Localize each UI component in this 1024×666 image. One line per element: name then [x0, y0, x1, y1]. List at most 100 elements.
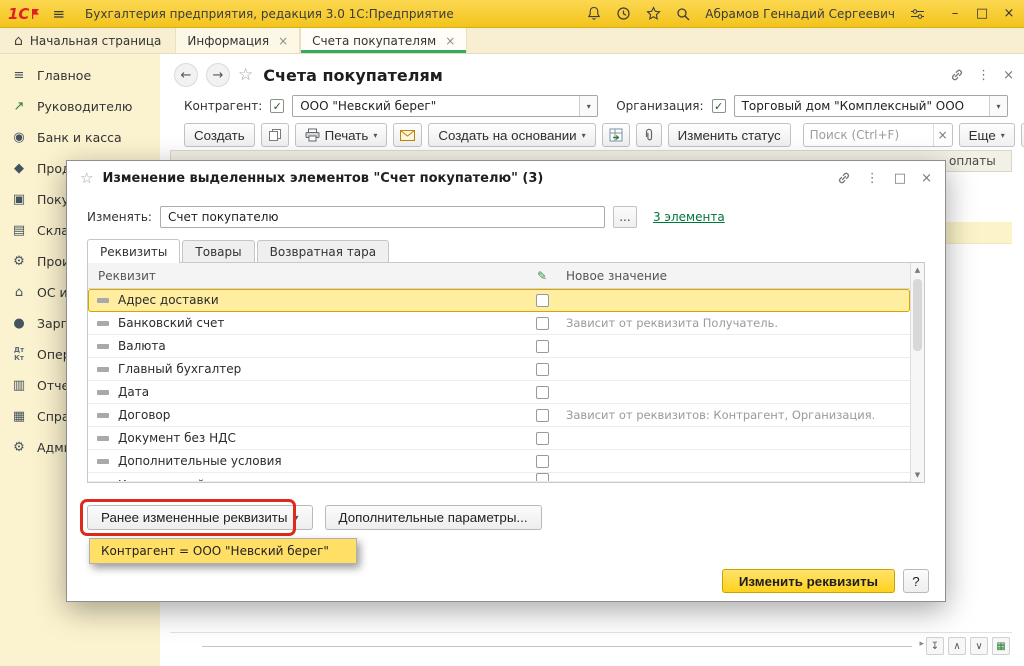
attribute-change-checkbox[interactable]: [536, 455, 549, 468]
current-user-name[interactable]: Абрамов Геннадий Сергеевич: [705, 7, 895, 21]
list-settings-icon[interactable]: ▦: [992, 637, 1010, 655]
attribute-change-checkbox[interactable]: [536, 432, 549, 445]
chevron-down-icon[interactable]: ▾: [989, 96, 1007, 116]
chevron-down-icon[interactable]: ▾: [579, 96, 597, 116]
window-tab[interactable]: Счета покупателям ×: [300, 28, 467, 53]
organization-filter-label: Организация:: [616, 99, 703, 113]
attribute-change-checkbox[interactable]: [536, 340, 549, 353]
get-link-icon[interactable]: [950, 68, 964, 82]
create-based-on-button[interactable]: Создать на основании ▾: [428, 123, 595, 147]
new-value-column-header[interactable]: Новое значение: [556, 269, 924, 283]
attribute-row[interactable]: Банковский счет Зависит от реквизита Пол…: [88, 312, 910, 335]
history-icon[interactable]: [616, 6, 631, 21]
dialog-maximize-icon[interactable]: □: [894, 171, 906, 186]
tab-close-icon[interactable]: ×: [445, 34, 455, 48]
attribute-dependency-note: Зависит от реквизитов: Контрагент, Орган…: [556, 408, 910, 422]
additional-parameters-button[interactable]: Дополнительные параметры...: [325, 505, 542, 530]
attribute-column-header[interactable]: Реквизит: [88, 269, 528, 283]
attribute-row[interactable]: Дата: [88, 381, 910, 404]
dialog-tab[interactable]: Товары: [182, 240, 254, 263]
sidebar-section-item[interactable]: ≡ Главное: [0, 60, 160, 91]
attribute-change-checkbox[interactable]: [536, 317, 549, 330]
change-status-button[interactable]: Изменить статус: [668, 123, 791, 147]
attribute-change-checkbox[interactable]: [536, 386, 549, 399]
dialog-help-button[interactable]: ?: [903, 569, 929, 593]
change-object-input[interactable]: Счет покупателю: [160, 206, 605, 228]
attribute-row[interactable]: Документ без НДС: [88, 427, 910, 450]
more-actions-button[interactable]: Еще ▾: [959, 123, 1015, 147]
nav-forward-button[interactable]: →: [206, 63, 230, 87]
scroll-down-icon[interactable]: ∨: [970, 637, 988, 655]
search-clear-icon[interactable]: ×: [933, 124, 952, 146]
global-search-icon[interactable]: [676, 7, 690, 21]
attribute-row[interactable]: Договор Зависит от реквизитов: Контраген…: [88, 404, 910, 427]
attribute-marker-icon: [97, 436, 109, 441]
main-menu-icon[interactable]: ≡: [52, 5, 65, 23]
load-table-button[interactable]: [602, 123, 630, 147]
previously-changed-attributes-label: Ранее измененные реквизиты: [101, 510, 288, 525]
scroll-right-icon[interactable]: ▸: [919, 639, 924, 649]
attribute-row[interactable]: Валюта: [88, 335, 910, 358]
counterparty-filter-value[interactable]: ООО "Невский берег": [293, 99, 579, 113]
export-list-icon[interactable]: ↧: [926, 637, 944, 655]
scroll-down-icon[interactable]: ▼: [911, 471, 924, 479]
attribute-marker-icon: [97, 321, 109, 326]
sidebar-section-item[interactable]: ↗ Руководителю: [0, 91, 160, 122]
attribute-row[interactable]: Дополнительные условия: [88, 450, 910, 473]
tab-close-icon[interactable]: ×: [278, 34, 288, 48]
attachments-button[interactable]: [636, 123, 662, 147]
organization-filter-checkbox[interactable]: ✓: [712, 99, 726, 113]
scroll-up-icon[interactable]: ∧: [948, 637, 966, 655]
form-close-icon[interactable]: ×: [1003, 68, 1014, 83]
column-header-fragment[interactable]: оплаты: [949, 154, 996, 168]
organization-filter-value[interactable]: Торговый дом "Комплексный" ООО: [735, 99, 989, 113]
nav-back-button[interactable]: ←: [174, 63, 198, 87]
dialog-tab[interactable]: Возвратная тара: [257, 240, 390, 263]
form-menu-dots-icon[interactable]: ⋮: [977, 68, 990, 83]
organization-filter-combo[interactable]: Торговый дом "Комплексный" ООО ▾: [734, 95, 1008, 117]
service-settings-icon[interactable]: [910, 8, 925, 20]
scroll-up-icon[interactable]: ▲: [911, 266, 924, 274]
attribute-row[interactable]: Комментарий: [88, 473, 910, 482]
attribute-change-checkbox[interactable]: [536, 473, 549, 482]
attribute-row[interactable]: Адрес доставки: [88, 289, 910, 312]
favorites-star-icon[interactable]: [646, 6, 661, 21]
attribute-row[interactable]: Главный бухгалтер: [88, 358, 910, 381]
home-page-tab[interactable]: ⌂ Начальная страница: [0, 28, 175, 53]
chevron-down-icon: ▾: [1001, 131, 1005, 140]
print-button[interactable]: Печать ▾: [295, 123, 388, 147]
window-tab[interactable]: Информация ×: [175, 28, 300, 53]
dialog-menu-dots-icon[interactable]: ⋮: [866, 171, 879, 186]
dialog-favorite-icon[interactable]: ☆: [80, 169, 93, 187]
attribute-change-checkbox[interactable]: [536, 294, 549, 307]
attributes-table-scrollbar[interactable]: ▲ ▼: [910, 263, 924, 482]
counterparty-filter-combo[interactable]: ООО "Невский берег" ▾: [292, 95, 598, 117]
attribute-change-checkbox[interactable]: [536, 409, 549, 422]
list-search-box: ×: [803, 123, 953, 147]
counterparty-filter-checkbox[interactable]: ✓: [270, 99, 284, 113]
1c-flag-icon: [31, 8, 40, 20]
copy-item-button[interactable]: [261, 123, 289, 147]
choose-object-button[interactable]: ...: [613, 206, 637, 228]
apply-changes-button[interactable]: Изменить реквизиты: [722, 569, 895, 593]
attribute-change-checkbox[interactable]: [536, 363, 549, 376]
pencil-icon[interactable]: ✎: [528, 269, 556, 283]
send-email-button[interactable]: [393, 123, 422, 147]
maximize-button[interactable]: □: [975, 6, 989, 21]
warehouse-section-icon: ▤: [10, 224, 28, 238]
dialog-get-link-icon[interactable]: [837, 171, 851, 185]
dialog-tab[interactable]: Реквизиты: [87, 239, 180, 263]
previously-changed-dropdown-item[interactable]: Контрагент = ООО "Невский берег": [90, 539, 356, 563]
minimize-button[interactable]: –: [948, 6, 962, 21]
dialog-close-icon[interactable]: ×: [921, 171, 932, 186]
close-window-button[interactable]: ×: [1002, 6, 1016, 21]
create-button[interactable]: Создать: [184, 123, 255, 147]
notifications-bell-icon[interactable]: [587, 6, 601, 21]
add-to-favorites-icon[interactable]: ☆: [238, 65, 253, 85]
search-input[interactable]: [804, 128, 933, 142]
selected-elements-link[interactable]: 3 элемента: [653, 210, 725, 224]
scrollbar-thumb[interactable]: [913, 279, 922, 351]
previously-changed-attributes-button[interactable]: Ранее измененные реквизиты ▾: [87, 505, 313, 530]
horizontal-scrollbar[interactable]: [202, 646, 912, 647]
sidebar-section-item[interactable]: ◉ Банк и касса: [0, 122, 160, 153]
